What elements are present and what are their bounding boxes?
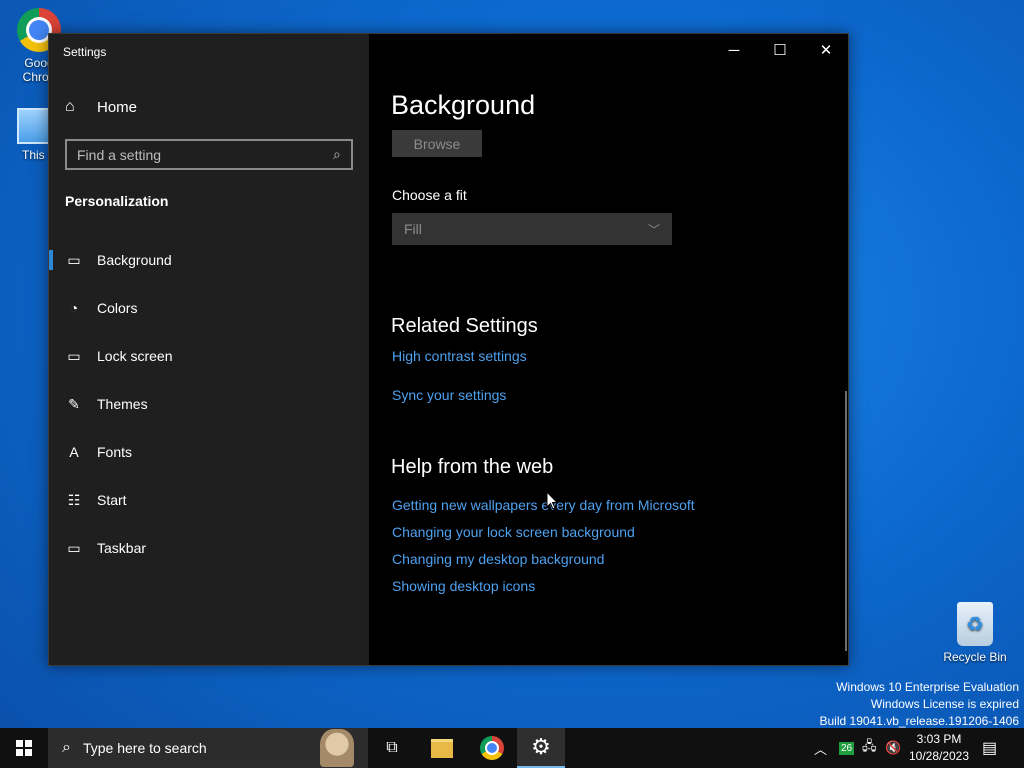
sidebar-item-lock-screen[interactable]: ▭ Lock screen: [49, 332, 369, 380]
clock[interactable]: 3:03 PM 10/28/2023: [902, 731, 976, 765]
sidebar-item-label: Start: [97, 492, 127, 508]
close-button[interactable]: ✕: [803, 34, 849, 66]
fonts-icon: A: [69, 444, 79, 460]
start-button[interactable]: [0, 728, 48, 768]
start-icon: ☷: [67, 491, 81, 508]
link-sync-settings[interactable]: Sync your settings: [392, 387, 506, 403]
picture-icon: ▭: [67, 251, 81, 268]
watermark-line: Windows 10 Enterprise Evaluation: [836, 680, 1019, 694]
minimize-button[interactable]: ─: [711, 34, 757, 66]
desktop-icon-recycle-bin[interactable]: Recycle Bin: [938, 602, 1012, 664]
chevron-up-icon: ︿: [814, 741, 828, 757]
lock-screen-icon: ▭: [67, 347, 81, 364]
sidebar-item-label: Themes: [97, 396, 148, 412]
desktop-icon-label: Recycle Bin: [943, 650, 1007, 664]
link-help-lock-screen[interactable]: Changing your lock screen background: [392, 524, 635, 540]
help-heading: Help from the web: [391, 456, 554, 478]
scrollbar[interactable]: [845, 391, 847, 651]
taskbar: ⌕ Type here to search ⧉ ⚙ ︿ 26 🖧 🔇 3:03 …: [0, 728, 1024, 768]
watermark-line: Windows License is expired: [870, 697, 1019, 711]
gear-icon: ⚙: [531, 734, 551, 759]
content-pane: ─ ☐ ✕ Background Browse Choose a fit Fil…: [369, 34, 848, 665]
fit-dropdown-value: Fill: [404, 221, 422, 237]
link-high-contrast[interactable]: High contrast settings: [392, 348, 527, 364]
sidebar-item-label: Taskbar: [97, 540, 147, 556]
fit-dropdown[interactable]: Fill ﹀: [392, 213, 672, 245]
window-title: Settings: [63, 45, 107, 59]
notification-icon: ▤: [982, 740, 998, 757]
sidebar-nav: ▭ Background ◔ Colors ▭ Lock screen ✎ Th…: [49, 236, 369, 572]
sidebar-item-taskbar[interactable]: ▭ Taskbar: [49, 524, 369, 572]
sidebar-home-label: Home: [97, 98, 138, 116]
section-title: Personalization: [65, 193, 169, 209]
network-icon[interactable]: 🖧: [862, 728, 877, 768]
windows-logo-icon: [16, 740, 32, 756]
search-icon[interactable]: ⌕: [333, 146, 341, 163]
maximize-button[interactable]: ☐: [757, 34, 803, 66]
task-view-button[interactable]: ⧉: [368, 728, 416, 768]
link-help-desktop-icons[interactable]: Showing desktop icons: [392, 578, 535, 594]
link-help-wallpapers[interactable]: Getting new wallpapers every day from Mi…: [392, 497, 695, 513]
folder-icon: [431, 738, 453, 758]
palette-icon: ◔: [69, 300, 79, 316]
related-settings-heading: Related Settings: [391, 315, 538, 337]
sidebar-item-label: Colors: [97, 300, 138, 316]
link-help-desktop-background[interactable]: Changing my desktop background: [392, 551, 604, 567]
sidebar-home[interactable]: ⌂ Home: [65, 98, 137, 116]
sidebar-item-colors[interactable]: ◔ Colors: [49, 284, 369, 332]
sidebar-item-label: Lock screen: [97, 348, 173, 364]
tray-app[interactable]: 26: [839, 728, 855, 768]
activation-watermark: Windows 10 Enterprise Evaluation Windows…: [820, 679, 1020, 730]
sidebar-item-start[interactable]: ☷ Start: [49, 476, 369, 524]
search-icon: ⌕: [62, 739, 71, 756]
clock-date: 10/28/2023: [908, 749, 970, 763]
themes-icon: ✎: [68, 395, 80, 412]
sidebar-item-themes[interactable]: ✎ Themes: [49, 380, 369, 428]
settings-taskbar-button[interactable]: ⚙: [517, 728, 565, 768]
mouse-cursor-icon: [546, 491, 558, 510]
settings-window: Settings ⌂ Home ⌕ Personalization ▭ Back…: [48, 33, 849, 666]
search-input[interactable]: [67, 145, 329, 164]
sidebar-item-label: Fonts: [97, 444, 133, 460]
recycle-bin-icon: [957, 602, 993, 646]
browse-button[interactable]: Browse: [392, 130, 482, 157]
fit-label: Choose a fit: [392, 187, 467, 203]
home-icon: ⌂: [65, 98, 75, 115]
chevron-down-icon: ﹀: [647, 222, 660, 237]
search-highlight-icon: [320, 729, 354, 767]
taskbar-icon: ▭: [67, 539, 81, 556]
sidebar-item-fonts[interactable]: A Fonts: [49, 428, 369, 476]
task-view-icon: ⧉: [386, 739, 398, 756]
tray-badge: 26: [839, 741, 855, 755]
file-explorer-button[interactable]: [418, 728, 466, 768]
sidebar: Settings ⌂ Home ⌕ Personalization ▭ Back…: [49, 34, 369, 665]
page-title: Background: [391, 90, 536, 120]
tray-chevron[interactable]: ︿: [814, 728, 827, 768]
clock-time: 3:03 PM: [916, 732, 962, 746]
chrome-taskbar-button[interactable]: [468, 728, 516, 768]
settings-search: ⌕: [65, 139, 353, 170]
chrome-icon: [480, 736, 504, 760]
taskbar-search[interactable]: ⌕ Type here to search: [48, 728, 368, 768]
volume-muted-icon[interactable]: 🔇: [885, 728, 901, 768]
sidebar-item-label: Background: [97, 252, 172, 268]
notifications-button[interactable]: ▤: [982, 728, 997, 768]
taskbar-search-placeholder: Type here to search: [82, 740, 207, 756]
sidebar-item-background[interactable]: ▭ Background: [49, 236, 369, 284]
